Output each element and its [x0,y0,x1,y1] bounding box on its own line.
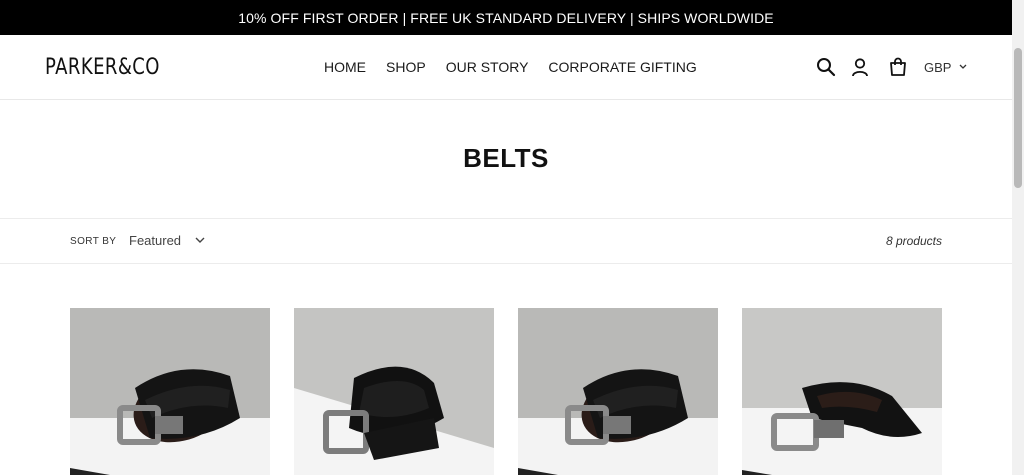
nav-home[interactable]: HOME [324,59,366,75]
chevron-down-icon [195,237,205,243]
sort-value: Featured [129,233,182,248]
product-image [294,308,494,475]
currency-selector[interactable]: GBP [924,60,967,75]
chevron-down-icon [960,64,967,69]
product-image [70,308,270,475]
product-card[interactable] [70,308,270,475]
product-card[interactable] [742,308,942,475]
site-header: PARKER&CO HOME SHOP OUR STORY CORPORATE … [0,35,1012,100]
sort-label: SORT BY [70,236,117,247]
nav-corporate-gifting[interactable]: CORPORATE GIFTING [548,59,696,75]
brand-logo[interactable]: PARKER&CO [45,55,160,80]
product-card[interactable] [294,308,494,475]
nav-our-story[interactable]: OUR STORY [446,59,529,75]
product-image [742,308,942,475]
header-actions: GBP [814,55,967,79]
announcement-text: 10% OFF FIRST ORDER | FREE UK STANDARD D… [238,9,774,26]
sort-dropdown[interactable]: Featured [129,233,205,248]
currency-value: GBP [924,59,952,75]
filter-bar: SORT BY Featured 8 products [0,218,1012,264]
product-card[interactable] [518,308,718,475]
nav-shop[interactable]: SHOP [386,59,426,75]
scrollbar-thumb[interactable] [1014,48,1022,188]
product-count: 8 products [885,234,942,248]
page-title: BELTS [463,143,549,173]
main-nav: HOME SHOP OUR STORY CORPORATE GIFTING [324,59,697,75]
cart-icon[interactable] [886,55,910,79]
announcement-bar: 10% OFF FIRST ORDER | FREE UK STANDARD D… [0,0,1012,35]
page-scrollbar[interactable] [1012,0,1024,475]
account-icon[interactable] [848,55,872,79]
product-image [518,308,718,475]
search-icon[interactable] [814,55,838,79]
product-grid [70,308,942,475]
